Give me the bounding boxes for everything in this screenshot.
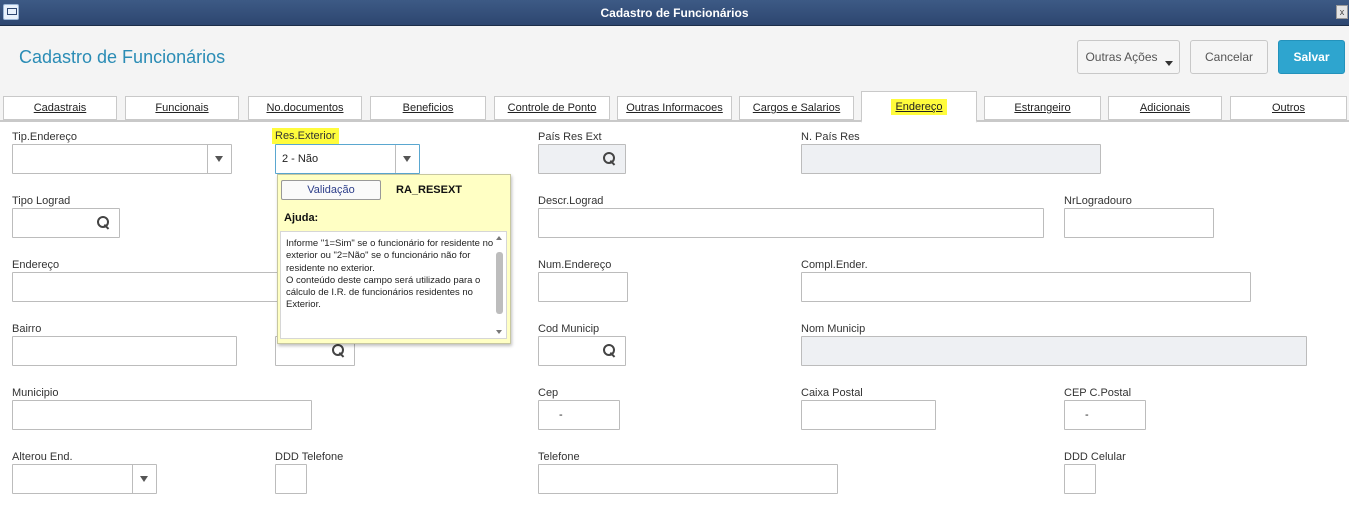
validation-button[interactable]: Validação	[281, 180, 381, 200]
page-title: Cadastro de Funcionários	[19, 47, 226, 67]
search-icon[interactable]	[603, 152, 617, 166]
help-scrollbar[interactable]	[493, 233, 505, 337]
res-exterior-select[interactable]: 2 - Não	[275, 144, 420, 174]
tab-adicionais[interactable]: Adicionais	[1108, 96, 1222, 120]
caixa-postal-label: Caixa Postal	[801, 387, 863, 399]
tab-funcionais[interactable]: Funcionais	[125, 96, 239, 120]
tip-endereco-select[interactable]	[12, 144, 232, 174]
scroll-thumb[interactable]	[496, 252, 503, 314]
ddd-celular-label: DDD Celular	[1064, 451, 1126, 463]
more-actions-label: Outras Ações	[1085, 50, 1158, 64]
tab-cargos-e-salarios[interactable]: Cargos e Salarios	[739, 96, 854, 120]
cancel-button[interactable]: Cancelar	[1190, 40, 1268, 74]
tab-no-documentos[interactable]: No.documentos	[248, 96, 362, 120]
cep-label: Cep	[538, 387, 559, 399]
cod-municip-label: Cod Municip	[538, 323, 600, 335]
field-help-popup: Validação RA_RESEXT Ajuda: Informe "1=Si…	[277, 174, 511, 344]
nom-municip-field	[801, 336, 1307, 366]
caixa-postal-field[interactable]	[801, 400, 936, 430]
tab-estrangeiro[interactable]: Estrangeiro	[984, 96, 1101, 120]
nr-logradouro-label: NrLogradouro	[1064, 195, 1132, 207]
tab-controle-de-ponto[interactable]: Controle de Ponto	[494, 96, 610, 120]
ddd-telefone-label: DDD Telefone	[275, 451, 344, 463]
compl-ender-field[interactable]	[801, 272, 1251, 302]
cod-municip-field[interactable]	[538, 336, 626, 366]
municipio-field[interactable]	[12, 400, 312, 430]
search-icon[interactable]	[97, 216, 111, 230]
cep-field[interactable]: -	[538, 400, 620, 430]
n-pais-res-field	[801, 144, 1101, 174]
tab-cadastrais[interactable]: Cadastrais	[3, 96, 117, 120]
help-text-box: Informe "1=Sim" se o funcionário for res…	[280, 231, 507, 339]
more-actions-button[interactable]: Outras Ações	[1077, 40, 1180, 74]
endereco-field[interactable]	[12, 272, 302, 302]
alterou-end-select[interactable]	[12, 464, 157, 494]
num-endereco-field[interactable]	[538, 272, 628, 302]
descr-lograd-field[interactable]	[538, 208, 1044, 238]
cep-c-postal-label: CEP C.Postal	[1064, 387, 1132, 399]
nom-municip-label: Nom Municip	[801, 323, 866, 335]
ddd-celular-field[interactable]	[1064, 464, 1096, 494]
nr-logradouro-field[interactable]	[1064, 208, 1214, 238]
field-code: RA_RESEXT	[396, 184, 463, 196]
res-exterior-value: 2 - Não	[282, 153, 319, 165]
pais-res-ext-field[interactable]	[538, 144, 626, 174]
chevron-down-icon[interactable]	[395, 145, 419, 173]
tab-outras-informacoes[interactable]: Outras Informacoes	[617, 96, 732, 120]
tab-outros[interactable]: Outros	[1230, 96, 1347, 120]
close-icon[interactable]: x	[1336, 5, 1348, 19]
bairro-field[interactable]	[12, 336, 237, 366]
chevron-down-icon[interactable]	[207, 145, 231, 173]
tipo-lograd-label: Tipo Lograd	[12, 195, 71, 207]
municipio-label: Municipio	[12, 387, 59, 399]
bairro-label: Bairro	[12, 323, 42, 335]
cep-c-postal-value: -	[1085, 409, 1089, 421]
descr-lograd-label: Descr.Lograd	[538, 195, 604, 207]
pais-res-ext-label: País Res Ext	[538, 131, 602, 143]
telefone-field[interactable]	[538, 464, 838, 494]
n-pais-res-label: N. País Res	[801, 131, 860, 143]
tab-endereco-label: Endereço	[891, 98, 947, 115]
tip-endereco-label: Tip.Endereço	[12, 131, 78, 143]
ddd-telefone-field[interactable]	[275, 464, 307, 494]
endereco-label: Endereço	[12, 259, 60, 271]
window-titlebar: Cadastro de Funcionários x	[0, 0, 1349, 26]
help-heading: Ajuda:	[284, 212, 319, 224]
search-icon[interactable]	[332, 344, 346, 358]
help-text: Informe "1=Sim" se o funcionário for res…	[286, 238, 494, 311]
window-title: Cadastro de Funcionários	[600, 6, 749, 20]
tab-beneficios[interactable]: Beneficios	[370, 96, 486, 120]
search-icon[interactable]	[603, 344, 617, 358]
tab-endereco[interactable]: Endereço	[861, 91, 977, 123]
scroll-up-icon[interactable]	[496, 236, 502, 240]
telefone-label: Telefone	[538, 451, 580, 463]
cep-value: -	[559, 409, 563, 421]
scroll-down-icon[interactable]	[496, 330, 502, 334]
res-exterior-label: Res.Exterior	[272, 128, 339, 144]
chevron-down-icon	[1165, 61, 1173, 66]
num-endereco-label: Num.Endereço	[538, 259, 612, 271]
save-button[interactable]: Salvar	[1278, 40, 1345, 74]
compl-ender-label: Compl.Ender.	[801, 259, 868, 271]
chevron-down-icon[interactable]	[132, 465, 156, 493]
cep-c-postal-field[interactable]: -	[1064, 400, 1146, 430]
alterou-end-label: Alterou End.	[12, 451, 73, 463]
tipo-lograd-field[interactable]	[12, 208, 120, 238]
